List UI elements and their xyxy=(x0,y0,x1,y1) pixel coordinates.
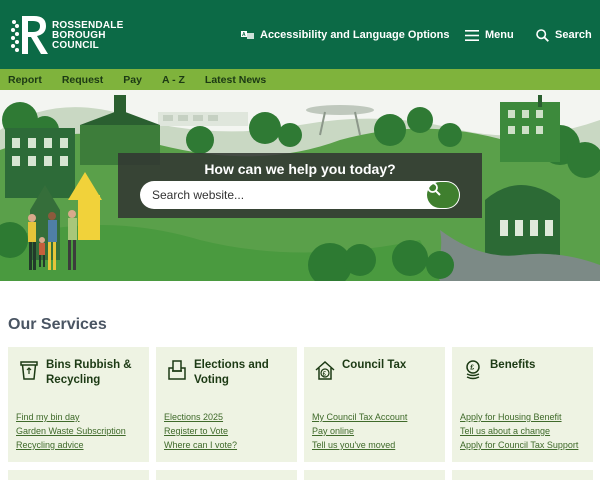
site-search-input[interactable] xyxy=(152,185,422,205)
service-card-bins: Bins Rubbish & Recycling Find my bin day… xyxy=(8,347,149,462)
logo-wordmark: Rossendale Borough Council xyxy=(52,21,123,51)
service-link[interactable]: Where can I vote? xyxy=(164,438,237,452)
service-card-links: Find my bin day Garden Waste Subscriptio… xyxy=(16,410,126,452)
svg-text:£: £ xyxy=(470,365,474,372)
service-link[interactable]: Elections 2025 xyxy=(164,410,237,424)
search-icon xyxy=(536,28,549,42)
service-card-elections: Elections and Voting Elections 2025 Regi… xyxy=(156,347,297,462)
services-heading: Our Services xyxy=(8,316,107,333)
primary-nav: Report Request Pay A - Z Latest News xyxy=(0,69,600,90)
site-search-submit-button[interactable] xyxy=(427,182,459,208)
service-card-links: Apply for Housing Benefit Tell us about … xyxy=(460,410,578,452)
service-card-partial xyxy=(8,470,149,480)
service-link[interactable]: My Council Tax Account xyxy=(312,410,407,424)
coins-pound-icon: £ xyxy=(466,360,480,380)
service-link[interactable]: Apply for Housing Benefit xyxy=(460,410,578,424)
service-card-partial xyxy=(452,470,593,480)
rossendale-r-logo-icon xyxy=(11,16,48,54)
house-pound-icon: £ xyxy=(315,360,335,380)
bin-icon xyxy=(20,361,38,380)
accessibility-language-label: Accessibility and Language Options xyxy=(260,29,450,41)
service-link[interactable]: Garden Waste Subscription xyxy=(16,424,126,438)
service-link[interactable]: Apply for Council Tax Support xyxy=(460,438,578,452)
site-header: Rossendale Borough Council A Accessibili… xyxy=(0,0,600,69)
ballot-box-icon xyxy=(168,360,186,380)
service-link[interactable]: Find my bin day xyxy=(16,410,126,424)
help-heading: How can we help you today? xyxy=(204,161,396,177)
nav-latest-news[interactable]: Latest News xyxy=(205,74,266,86)
service-card-title[interactable]: Council Tax xyxy=(342,358,442,373)
search-label: Search xyxy=(555,29,592,41)
service-card-title[interactable]: Bins Rubbish & Recycling xyxy=(46,358,146,388)
service-link[interactable]: Register to Vote xyxy=(164,424,237,438)
hero-banner: How can we help you today? xyxy=(0,90,600,281)
service-card-links: Elections 2025 Register to Vote Where ca… xyxy=(164,410,237,452)
council-logo[interactable]: Rossendale Borough Council xyxy=(8,12,123,58)
header-search-button[interactable]: Search xyxy=(536,26,592,44)
service-link[interactable]: Tell us about a change xyxy=(460,424,578,438)
site-search-bar xyxy=(140,181,460,209)
nav-a-z[interactable]: A - Z xyxy=(162,74,185,86)
help-search-panel: How can we help you today? xyxy=(118,153,482,218)
service-link[interactable]: Pay online xyxy=(312,424,407,438)
service-link[interactable]: Recycling advice xyxy=(16,438,126,452)
service-card-links: My Council Tax Account Pay online Tell u… xyxy=(312,410,407,452)
menu-label: Menu xyxy=(485,29,514,41)
nav-request[interactable]: Request xyxy=(62,74,103,86)
service-card-title[interactable]: Elections and Voting xyxy=(194,358,294,388)
nav-report[interactable]: Report xyxy=(8,74,42,86)
service-card-council-tax: £ Council Tax My Council Tax Account Pay… xyxy=(304,347,445,462)
service-card-benefits: £ Benefits Apply for Housing Benefit Tel… xyxy=(452,347,593,462)
menu-button[interactable]: Menu xyxy=(465,26,514,44)
service-link[interactable]: Tell us you've moved xyxy=(312,438,407,452)
logo-line-3: Council xyxy=(52,40,99,51)
translate-icon: A xyxy=(241,31,254,39)
search-icon xyxy=(427,182,441,196)
svg-text:A: A xyxy=(242,32,246,38)
service-card-title[interactable]: Benefits xyxy=(490,358,590,373)
hamburger-icon xyxy=(465,29,479,41)
accessibility-language-button[interactable]: A Accessibility and Language Options xyxy=(241,26,449,44)
nav-pay[interactable]: Pay xyxy=(123,74,142,86)
service-card-partial xyxy=(156,470,297,480)
service-card-partial xyxy=(304,470,445,480)
